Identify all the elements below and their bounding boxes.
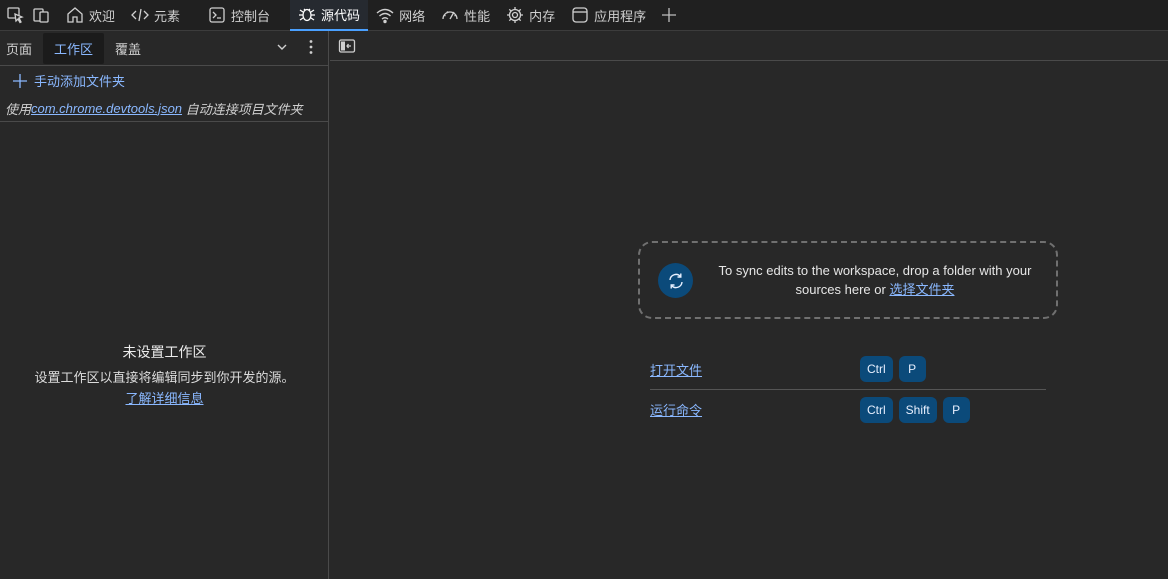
gauge-icon [442,11,458,20]
key-ctrl: Ctrl [860,396,893,423]
plus-icon [13,73,27,88]
tab-application[interactable]: 应用程序 [563,0,654,31]
open-file-link[interactable]: 打开文件 [650,360,860,379]
shortcut-row: 打开文件 Ctrl P [650,349,1046,389]
tab-workspace[interactable]: 工作区 [43,32,105,64]
tab-network[interactable]: 网络 [368,0,433,31]
code-icon [131,8,149,22]
tab-label: 内存 [529,8,556,24]
add-tool-button[interactable] [658,4,680,26]
tab-label: 源代码 [321,7,361,23]
tab-label: 欢迎 [89,8,116,24]
learn-more-link[interactable]: 了解详细信息 [125,388,203,407]
tab-label: 网络 [399,8,426,24]
run-command-link[interactable]: 运行命令 [650,400,860,419]
more-options-icon[interactable] [303,36,319,58]
home-icon [67,7,83,23]
hint-suffix: 自动连接项目文件夹 [182,101,303,117]
select-folder-link[interactable]: 选择文件夹 [889,282,954,297]
drop-instructions: To sync edits to the workspace, drop a f… [710,261,1040,299]
hint-prefix: 使用 [5,101,32,117]
devtools-toolbar: 欢迎 元素 控制台 源代码 网络 性能 内存 应用程序 [0,0,1168,31]
key-p: P [942,396,970,423]
tab-performance[interactable]: 性能 [433,0,498,31]
tab-label: 元素 [154,8,181,24]
tab-console[interactable]: 控制台 [200,0,278,31]
folder-drop-zone[interactable]: To sync edits to the workspace, drop a f… [638,241,1058,319]
tab-welcome[interactable]: 欢迎 [58,0,123,31]
device-emulation-icon[interactable] [30,4,52,26]
devtools-json-link[interactable]: com.chrome.devtools.json [31,101,182,116]
chevron-down-icon[interactable] [272,37,292,57]
plus-icon [662,8,677,22]
inspect-element-icon[interactable] [4,4,26,26]
add-folder-button[interactable]: 手动添加文件夹 [0,66,328,95]
tab-elements[interactable]: 元素 [123,0,188,31]
key-p: P [898,356,926,382]
add-folder-label: 手动添加文件夹 [34,74,126,89]
navigator-pane: 页面 工作区 覆盖 手动添加文件夹 使用 com.chrome.devtools.… [0,31,329,579]
shortcut-list: 打开文件 Ctrl P 运行命令 Ctrl Shift P [650,349,1046,429]
shortcut-row: 运行命令 Ctrl Shift P [650,389,1046,429]
wifi-icon [376,8,394,24]
editor-pane: To sync edits to the workspace, drop a f… [330,31,1168,579]
sync-icon [658,263,693,298]
empty-workspace-message: 未设置工作区 设置工作区以直接将编辑同步到你开发的源。 了解详细信息 [0,342,329,407]
tab-page[interactable]: 页面 [0,33,43,64]
chip-icon [507,7,524,23]
empty-title: 未设置工作区 [122,344,207,360]
app-window-icon [572,7,588,23]
tab-label: 控制台 [231,8,271,24]
empty-description: 设置工作区以直接将编辑同步到你开发的源。 [34,370,295,385]
tab-sources[interactable]: 源代码 [290,0,369,31]
tab-overrides[interactable]: 覆盖 [104,33,152,64]
auto-connect-hint: 使用 com.chrome.devtools.json 自动连接项目文件夹 [0,95,328,122]
tab-label: 应用程序 [594,8,647,24]
editor-toolbar [330,31,1168,61]
toggle-navigator-icon[interactable] [336,35,358,57]
console-icon [209,7,225,23]
bug-icon [299,8,316,22]
key-shift: Shift [898,396,937,423]
key-ctrl: Ctrl [860,356,893,382]
tab-memory[interactable]: 内存 [498,0,563,31]
tab-label: 性能 [464,8,491,24]
drop-text: To sync edits to the workspace, drop a f… [718,263,1032,297]
navigator-tabs: 页面 工作区 覆盖 [0,31,328,66]
